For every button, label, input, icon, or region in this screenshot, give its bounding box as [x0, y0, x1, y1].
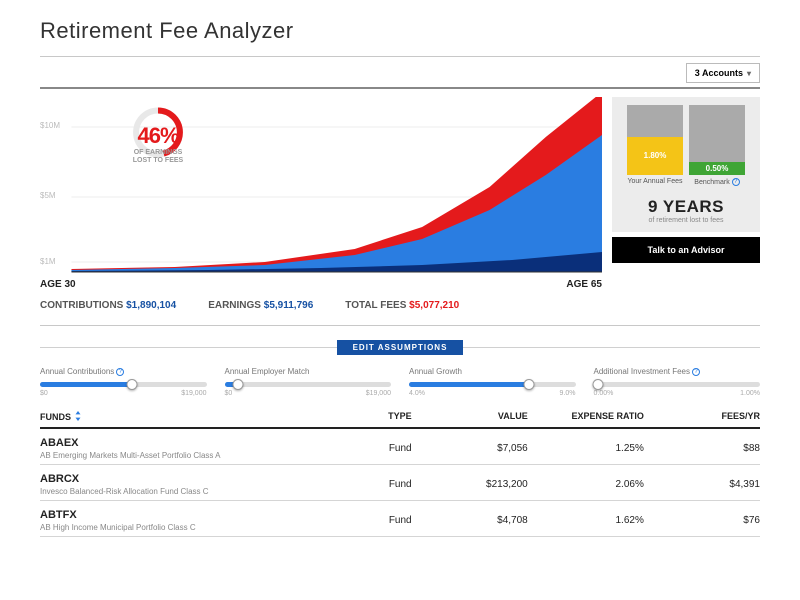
fund-ratio: 2.06% — [528, 479, 644, 490]
years-lost-sub: of retirement lost to fees — [620, 217, 752, 224]
age-start-label: AGE 30 — [40, 279, 76, 290]
fund-ratio: 1.62% — [528, 515, 644, 526]
stat-earnings: EARNINGS $5,911,796 — [208, 300, 313, 311]
your-fee-label: Your Annual Fees — [627, 178, 682, 185]
slider-track[interactable] — [409, 382, 576, 387]
fund-fees: $76 — [644, 515, 760, 526]
edit-assumptions-button[interactable]: EDIT ASSUMPTIONS — [337, 340, 464, 355]
fund-type: Fund — [295, 443, 411, 454]
help-icon[interactable]: ? — [116, 368, 124, 376]
fund-type: Fund — [295, 515, 411, 526]
fund-name: Invesco Balanced-Risk Allocation Fund Cl… — [40, 487, 295, 496]
slider-max: $19,000 — [366, 390, 391, 397]
table-row[interactable]: ABTFX AB High Income Municipal Portfolio … — [40, 501, 760, 537]
col-fees-yr[interactable]: FEES/YR — [644, 411, 760, 423]
stat-contributions: CONTRIBUTIONS $1,890,104 — [40, 300, 176, 311]
fund-ticker: ABTFX — [40, 509, 295, 521]
help-icon[interactable]: ? — [732, 178, 740, 186]
slider-track[interactable] — [594, 382, 761, 387]
slider-max: 1.00% — [740, 390, 760, 397]
col-expense-ratio[interactable]: EXPENSE RATIO — [528, 411, 644, 423]
chevron-down-icon: ▾ — [747, 69, 751, 78]
donut-percent: 46% — [110, 123, 206, 149]
slider-annual-contributions[interactable]: Annual Contributions ? $0 $19,000 — [40, 367, 207, 397]
help-icon[interactable]: ? — [692, 368, 700, 376]
donut-summary: 46% OF EARNINGS LOST TO FEES — [110, 111, 206, 166]
slider-label: Additional Investment Fees ? — [594, 367, 761, 376]
fund-ratio: 1.25% — [528, 443, 644, 454]
fund-ticker: ABAEX — [40, 437, 295, 449]
benchmark-label: Benchmark? — [694, 178, 739, 186]
age-end-label: AGE 65 — [566, 279, 602, 290]
stat-total-fees: TOTAL FEES $5,077,210 — [345, 300, 459, 311]
fund-name: AB High Income Municipal Portfolio Class… — [40, 523, 295, 532]
donut-sub: OF EARNINGS — [110, 149, 206, 157]
slider-label: Annual Growth — [409, 367, 576, 376]
y-tick: $5M — [40, 191, 56, 200]
fee-comparison-panel: 1.80% Your Annual Fees 0.50% Benchmark? … — [612, 97, 760, 232]
slider-max: 9.0% — [560, 390, 576, 397]
divider — [40, 87, 760, 89]
table-row[interactable]: ABAEX AB Emerging Markets Multi-Asset Por… — [40, 429, 760, 465]
projection-chart: $10M $5M $1M 46% OF EARNINGS — [40, 97, 602, 277]
slider-min: $0 — [40, 390, 48, 397]
fund-ticker: ABRCX — [40, 473, 295, 485]
slider-min: 0.00% — [594, 390, 614, 397]
slider-max: $19,000 — [181, 390, 206, 397]
accounts-dropdown[interactable]: 3 Accounts ▾ — [686, 63, 760, 83]
slider-track[interactable] — [40, 382, 207, 387]
col-type[interactable]: TYPE — [295, 411, 411, 423]
slider-annual-employer-match[interactable]: Annual Employer Match $0 $19,000 — [225, 367, 392, 397]
slider-annual-growth[interactable]: Annual Growth 4.0% 9.0% — [409, 367, 576, 397]
sort-icon — [74, 411, 82, 423]
slider-label: Annual Employer Match — [225, 367, 392, 376]
slider-min: $0 — [225, 390, 233, 397]
donut-sub: LOST TO FEES — [110, 157, 206, 165]
slider-label: Annual Contributions ? — [40, 367, 207, 376]
your-fee-value: 1.80% — [627, 137, 683, 176]
y-tick: $1M — [40, 257, 56, 266]
slider-min: 4.0% — [409, 390, 425, 397]
col-funds[interactable]: FUNDS — [40, 411, 295, 423]
fund-fees: $4,391 — [644, 479, 760, 490]
your-fee-bar: 1.80% — [627, 105, 683, 175]
col-value[interactable]: VALUE — [412, 411, 528, 423]
fund-type: Fund — [295, 479, 411, 490]
talk-to-advisor-button[interactable]: Talk to an Advisor — [612, 237, 760, 263]
divider — [40, 56, 760, 57]
benchmark-bar: 0.50% — [689, 105, 745, 175]
years-lost: 9 YEARS — [620, 197, 752, 217]
fund-value: $4,708 — [412, 515, 528, 526]
benchmark-value: 0.50% — [689, 162, 745, 175]
page-title: Retirement Fee Analyzer — [40, 18, 760, 44]
fund-value: $7,056 — [412, 443, 528, 454]
y-tick: $10M — [40, 121, 60, 130]
table-row[interactable]: ABRCX Invesco Balanced-Risk Allocation Fu… — [40, 465, 760, 501]
fund-value: $213,200 — [412, 479, 528, 490]
fund-fees: $88 — [644, 443, 760, 454]
slider-additional-investment-fees[interactable]: Additional Investment Fees ? 0.00% 1.00% — [594, 367, 761, 397]
slider-track[interactable] — [225, 382, 392, 387]
accounts-label: 3 Accounts — [695, 68, 743, 78]
fund-name: AB Emerging Markets Multi-Asset Portfoli… — [40, 451, 295, 460]
